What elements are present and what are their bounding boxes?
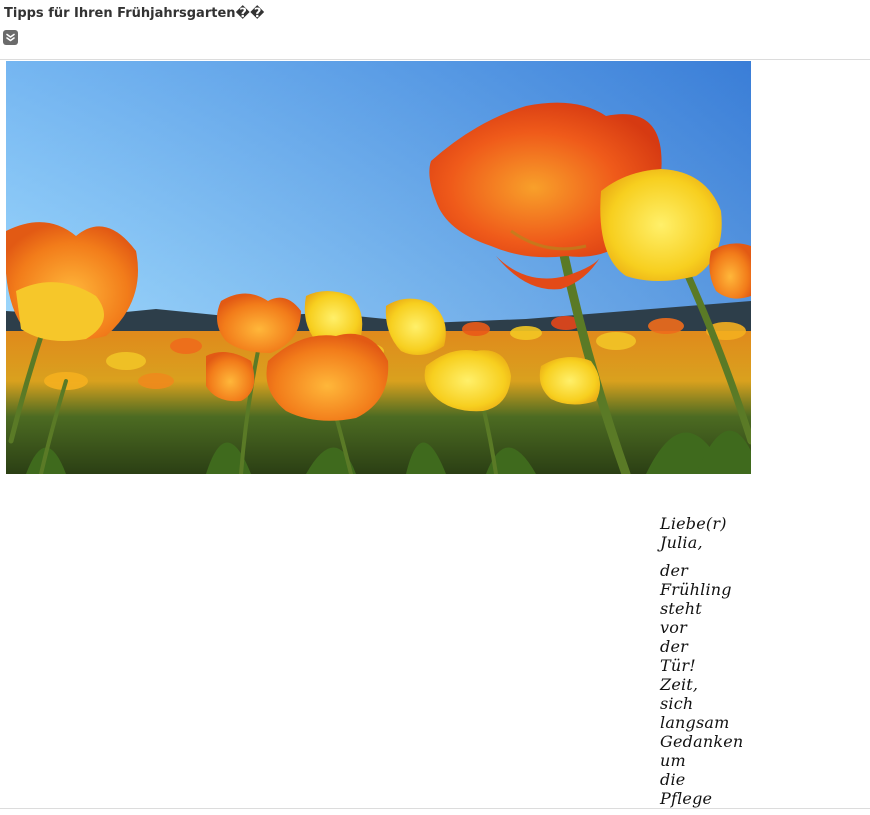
double-chevron-down-icon [5,32,16,43]
letter-body: der Frühling steht vor der Tür! Zeit, si… [660,561,744,808]
email-subject: Tipps für Ihren Frühjahrsgarten�� [4,6,265,21]
email-body[interactable]: Liebe(r) Julia, der Frühling steht vor d… [0,61,870,808]
letter-greeting: Liebe(r) Julia, [660,514,727,552]
footer-divider [0,808,870,815]
email-header: Tipps für Ihren Frühjahrsgarten�� [0,0,870,60]
hero-image-tulips [6,61,751,474]
letter-text: Liebe(r) Julia, der Frühling steht vor d… [660,514,750,808]
expand-details-button[interactable] [3,30,18,45]
